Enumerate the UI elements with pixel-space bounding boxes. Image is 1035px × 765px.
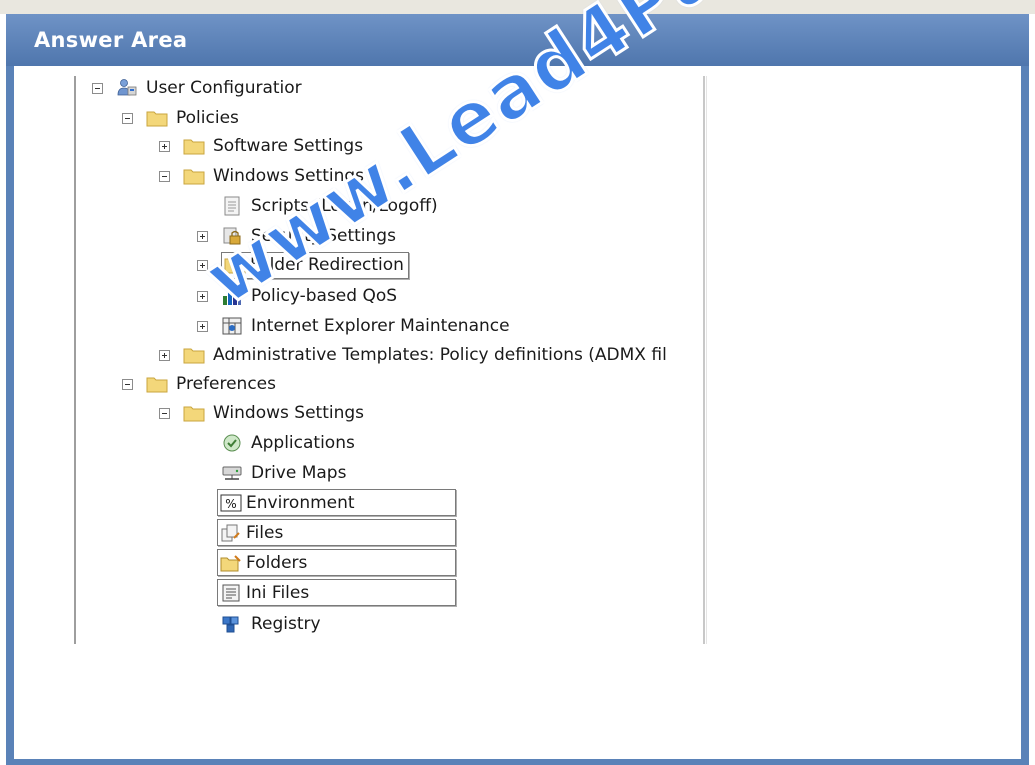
expand-toggle[interactable] <box>159 349 170 361</box>
expand-toggle[interactable] <box>197 259 208 271</box>
tree-panel: User Configuratior Policies Software Set… <box>14 66 1021 759</box>
files-icon <box>221 524 240 541</box>
tree-node-registry[interactable]: Registry <box>197 611 321 637</box>
security-lock-icon <box>223 227 241 245</box>
top-strip <box>0 0 1035 14</box>
expand-toggle[interactable] <box>197 320 208 332</box>
tree-node-policy-qos[interactable]: Policy-based QoS <box>197 283 397 309</box>
bar-chart-icon <box>223 289 241 305</box>
drag-item-ini-files[interactable]: Ini Files <box>217 579 456 606</box>
tree-node-label: Scripts (Logon/Logoff) <box>251 196 438 216</box>
expand-toggle[interactable] <box>197 290 208 302</box>
collapse-toggle[interactable] <box>92 82 103 94</box>
tree-node-ie-maintenance[interactable]: Internet Explorer Maintenance <box>197 313 510 339</box>
tree-node-label: Windows Settings <box>213 403 365 423</box>
tree-node-drive-maps[interactable]: Drive Maps <box>197 460 346 486</box>
tree-node-pref-windows-settings[interactable]: Windows Settings <box>159 400 364 426</box>
collapse-toggle[interactable] <box>122 378 133 390</box>
answer-area-title-bar: Answer Area <box>6 14 1029 66</box>
drag-item-files[interactable]: Files <box>217 519 456 546</box>
folders-icon <box>220 554 241 571</box>
expand-toggle[interactable] <box>159 140 170 152</box>
drag-item-environment[interactable]: % Environment <box>217 489 456 516</box>
tree-node-label: Software Settings <box>213 136 364 156</box>
tree-node-policies[interactable]: Policies <box>122 105 239 131</box>
folder-icon <box>224 258 246 274</box>
tree-splitter-highlight <box>706 76 707 644</box>
tree-node-label: Windows Settings <box>213 166 365 186</box>
tree-node-label: Registry <box>251 614 321 634</box>
folder-icon <box>183 169 205 185</box>
user-config-icon <box>117 79 137 96</box>
tree-node-user-configuration[interactable]: User Configuratior <box>92 75 302 101</box>
tree-node-software-settings[interactable]: Software Settings <box>159 133 363 159</box>
drag-item-folder-redirection[interactable]: Folder Redirection <box>221 251 409 279</box>
tree-node-label: User Configuratior <box>146 78 302 98</box>
tree-splitter[interactable] <box>703 76 705 644</box>
tree-node-label: Folders <box>246 552 308 573</box>
ie-maintenance-icon <box>222 317 242 335</box>
tree-node-label: Files <box>246 522 284 543</box>
svg-text:%: % <box>225 497 236 511</box>
collapse-toggle[interactable] <box>122 112 133 124</box>
expand-toggle[interactable] <box>197 230 208 242</box>
tree-node-scripts[interactable]: Scripts (Logon/Logoff) <box>197 193 438 219</box>
tree-node-label: Internet Explorer Maintenance <box>251 316 510 336</box>
tree-node-label: Preferences <box>176 374 276 394</box>
tree-node-label: Policies <box>176 108 239 128</box>
folder-icon <box>146 111 168 127</box>
tree-node-windows-settings[interactable]: Windows Settings <box>159 163 364 189</box>
tree-node-security-settings[interactable]: Security Settings <box>197 223 396 249</box>
tree-node-administrative-templates[interactable]: Administrative Templates: Policy definit… <box>159 342 689 368</box>
environment-percent-icon: % <box>220 494 242 511</box>
applications-icon <box>223 434 241 452</box>
registry-icon <box>222 616 239 633</box>
folder-icon <box>183 139 205 155</box>
tree-node-label: Drive Maps <box>251 463 347 483</box>
tree-node-label: Security Settings <box>251 226 396 246</box>
drag-item-folders[interactable]: Folders <box>217 549 456 576</box>
folder-icon <box>183 406 205 422</box>
tree-node-applications[interactable]: Applications <box>197 430 355 456</box>
tree-node-label: Folder Redirection <box>250 255 404 275</box>
drive-maps-icon <box>222 466 242 480</box>
answer-area-title: Answer Area <box>34 28 188 52</box>
tree-node-label: Policy-based QoS <box>251 286 398 306</box>
tree-node-label: Environment <box>246 492 355 513</box>
tree-node-label: Applications <box>251 433 355 453</box>
tree-node-label: Administrative Templates: Policy definit… <box>213 345 667 365</box>
tree-node-label: Ini Files <box>246 582 310 603</box>
tree-node-folder-redirection[interactable]: Folder Redirection <box>197 251 409 279</box>
folder-icon <box>146 377 168 393</box>
tree-node-preferences[interactable]: Preferences <box>122 371 276 397</box>
ini-files-icon <box>222 584 240 601</box>
tree-left-border <box>74 76 76 644</box>
folder-icon <box>183 348 205 364</box>
collapse-toggle[interactable] <box>159 170 170 182</box>
script-document-icon <box>224 196 240 216</box>
collapse-toggle[interactable] <box>159 407 170 419</box>
